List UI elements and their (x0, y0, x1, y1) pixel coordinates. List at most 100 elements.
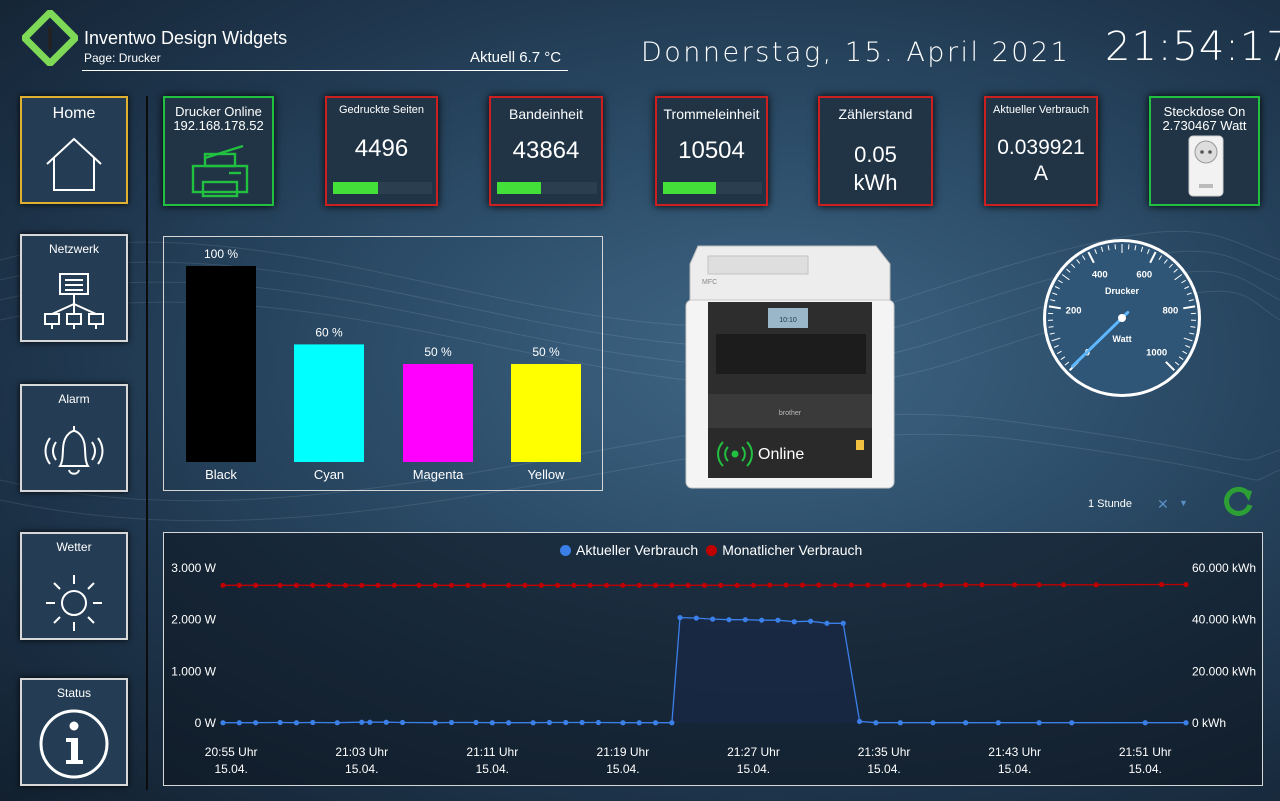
gauge-tick-label: 1000 (1146, 348, 1167, 359)
data-point-monthly (538, 582, 544, 588)
nav-alarm-label: Alarm (58, 392, 90, 406)
ink-level-chart: 100 % Black 60 % Cyan 50 % Magenta 50 % Yellow (186, 247, 581, 482)
nav-alarm-button[interactable]: Alarm (20, 384, 128, 492)
data-point-current (824, 620, 830, 626)
printer-online-title: Drucker Online (175, 104, 262, 119)
printer-brand-text: brother (779, 410, 802, 417)
socket-status: Steckdose On (1163, 104, 1246, 119)
data-point-monthly (816, 582, 822, 588)
belt-unit-value: 43864 (512, 137, 580, 164)
data-point-current (579, 719, 585, 726)
data-point-current (293, 720, 300, 726)
data-point-monthly (881, 582, 887, 588)
data-point-current (253, 720, 259, 726)
current-consumption-number: 0.039921 (997, 136, 1085, 159)
data-point-current (220, 720, 226, 726)
data-point-current (963, 720, 969, 726)
data-point-current (432, 720, 438, 726)
brand-logo (22, 10, 78, 66)
sidebar-divider (146, 96, 148, 790)
y-right-tick-label: 60.000 kWh (1192, 561, 1256, 575)
tile-printed-pages[interactable]: Gedruckte Seiten 4496 (325, 96, 438, 206)
gauge-tick-label: 400 (1092, 269, 1108, 280)
x-tick-label-time: 21:11 Uhr (466, 745, 518, 759)
time-range-value[interactable]: 1 Stunde (1088, 498, 1132, 510)
data-point-monthly (865, 582, 871, 588)
data-point-monthly (1036, 582, 1042, 588)
data-point-current (359, 719, 365, 725)
nav-weather-button[interactable]: Wetter (20, 532, 128, 640)
legend-item-monthly[interactable]: Monatlicher Verbrauch (706, 542, 862, 558)
info-icon (39, 709, 109, 779)
date-display: Donnerstag, 15. April 2021 (641, 37, 1071, 68)
data-point-current (1183, 720, 1189, 726)
tile-current-consumption[interactable]: Aktueller Verbrauch 0.039921 A (984, 96, 1098, 206)
temperature-readout: Aktuell 6.7 °C (470, 49, 562, 66)
ink-percent-label: 50 % (532, 345, 560, 359)
data-point-monthly (620, 582, 626, 588)
data-point-monthly (783, 582, 789, 588)
socket-power: 2.730467 Watt (1162, 118, 1247, 133)
nav-home-button[interactable]: Home (20, 96, 128, 204)
data-point-current (473, 719, 479, 726)
ink-bar-magenta (403, 364, 473, 462)
socket-title: Steckdose On 2.730467 Watt (1151, 105, 1258, 133)
data-point-monthly (652, 582, 659, 588)
printed-pages-bar (333, 182, 432, 194)
data-point-current (710, 616, 716, 622)
legend-item-current[interactable]: Aktueller Verbrauch (560, 542, 698, 558)
ink-color-label: Magenta (413, 467, 464, 482)
data-point-monthly (832, 582, 838, 588)
tile-belt-unit[interactable]: Bandeinheit 43864 (489, 96, 603, 206)
nav-network-button[interactable]: Netzwerk (20, 234, 128, 342)
data-point-monthly (734, 582, 740, 588)
network-icon (44, 273, 104, 329)
data-point-monthly (1060, 582, 1067, 588)
data-point-current (334, 720, 340, 726)
data-point-current (652, 720, 659, 726)
ink-bar-black (186, 266, 256, 462)
data-point-current (506, 720, 512, 726)
tile-socket[interactable]: Steckdose On 2.730467 Watt (1149, 96, 1260, 206)
consumption-chart-panel: 0 W 1.000 W 2.000 W 3.000 W 0 kWh 20.000 kWh 4… (163, 532, 1263, 786)
data-point-monthly (359, 582, 365, 588)
data-point-monthly (701, 582, 708, 588)
printer-screen-text: 10:10 (779, 317, 797, 324)
data-point-current (636, 720, 642, 726)
chart-legend: Aktueller Verbrauch Monatlicher Verbrauc… (560, 542, 862, 558)
ink-level-panel: 100 % Black 60 % Cyan 50 % Magenta 50 % Yellow (163, 236, 603, 491)
data-point-current (930, 720, 936, 726)
tile-drum-unit[interactable]: Trommeleinheit 10504 (655, 96, 768, 206)
ink-percent-label: 50 % (424, 345, 452, 359)
tile-meter-reading[interactable]: Zählerstand 0.05 kWh (818, 96, 933, 206)
data-point-current (1069, 720, 1075, 726)
printed-pages-title: Gedruckte Seiten (339, 104, 424, 116)
meter-reading-unit: kWh (853, 170, 898, 195)
data-point-current (807, 618, 814, 624)
refresh-icon[interactable] (1221, 485, 1255, 519)
x-tick-label-time: 21:27 Uhr (727, 745, 780, 759)
y-right-tick-label: 0 kWh (1192, 716, 1226, 730)
current-consumption-unit: A (1033, 162, 1048, 185)
x-tick-label-date: 15.04. (476, 762, 509, 776)
data-point-current (995, 720, 1001, 726)
x-tick-label-time: 20:55 Uhr (205, 745, 258, 759)
data-point-monthly (963, 582, 969, 588)
data-point-current (310, 719, 316, 726)
x-tick-label-time: 21:03 Uhr (335, 745, 388, 759)
sun-icon (46, 575, 102, 631)
x-tick-label-time: 21:19 Uhr (597, 745, 650, 759)
x-tick-label-time: 21:43 Uhr (988, 745, 1041, 759)
clear-icon[interactable]: ✕ (1157, 496, 1169, 513)
tile-printer-online[interactable]: Drucker Online 192.168.178.52 (163, 96, 274, 206)
data-point-monthly (587, 582, 593, 588)
data-point-monthly (571, 582, 577, 588)
nav-status-button[interactable]: Status (20, 678, 128, 786)
chevron-down-icon[interactable]: ▼ (1179, 498, 1188, 508)
y-left-tick-label: 3.000 W (171, 561, 216, 575)
y-left-tick-label: 0 W (195, 716, 217, 730)
printer-status-label: Online (758, 446, 805, 463)
printed-pages-value: 4496 (354, 135, 409, 162)
data-point-current (873, 720, 879, 726)
data-point-current (840, 620, 846, 626)
